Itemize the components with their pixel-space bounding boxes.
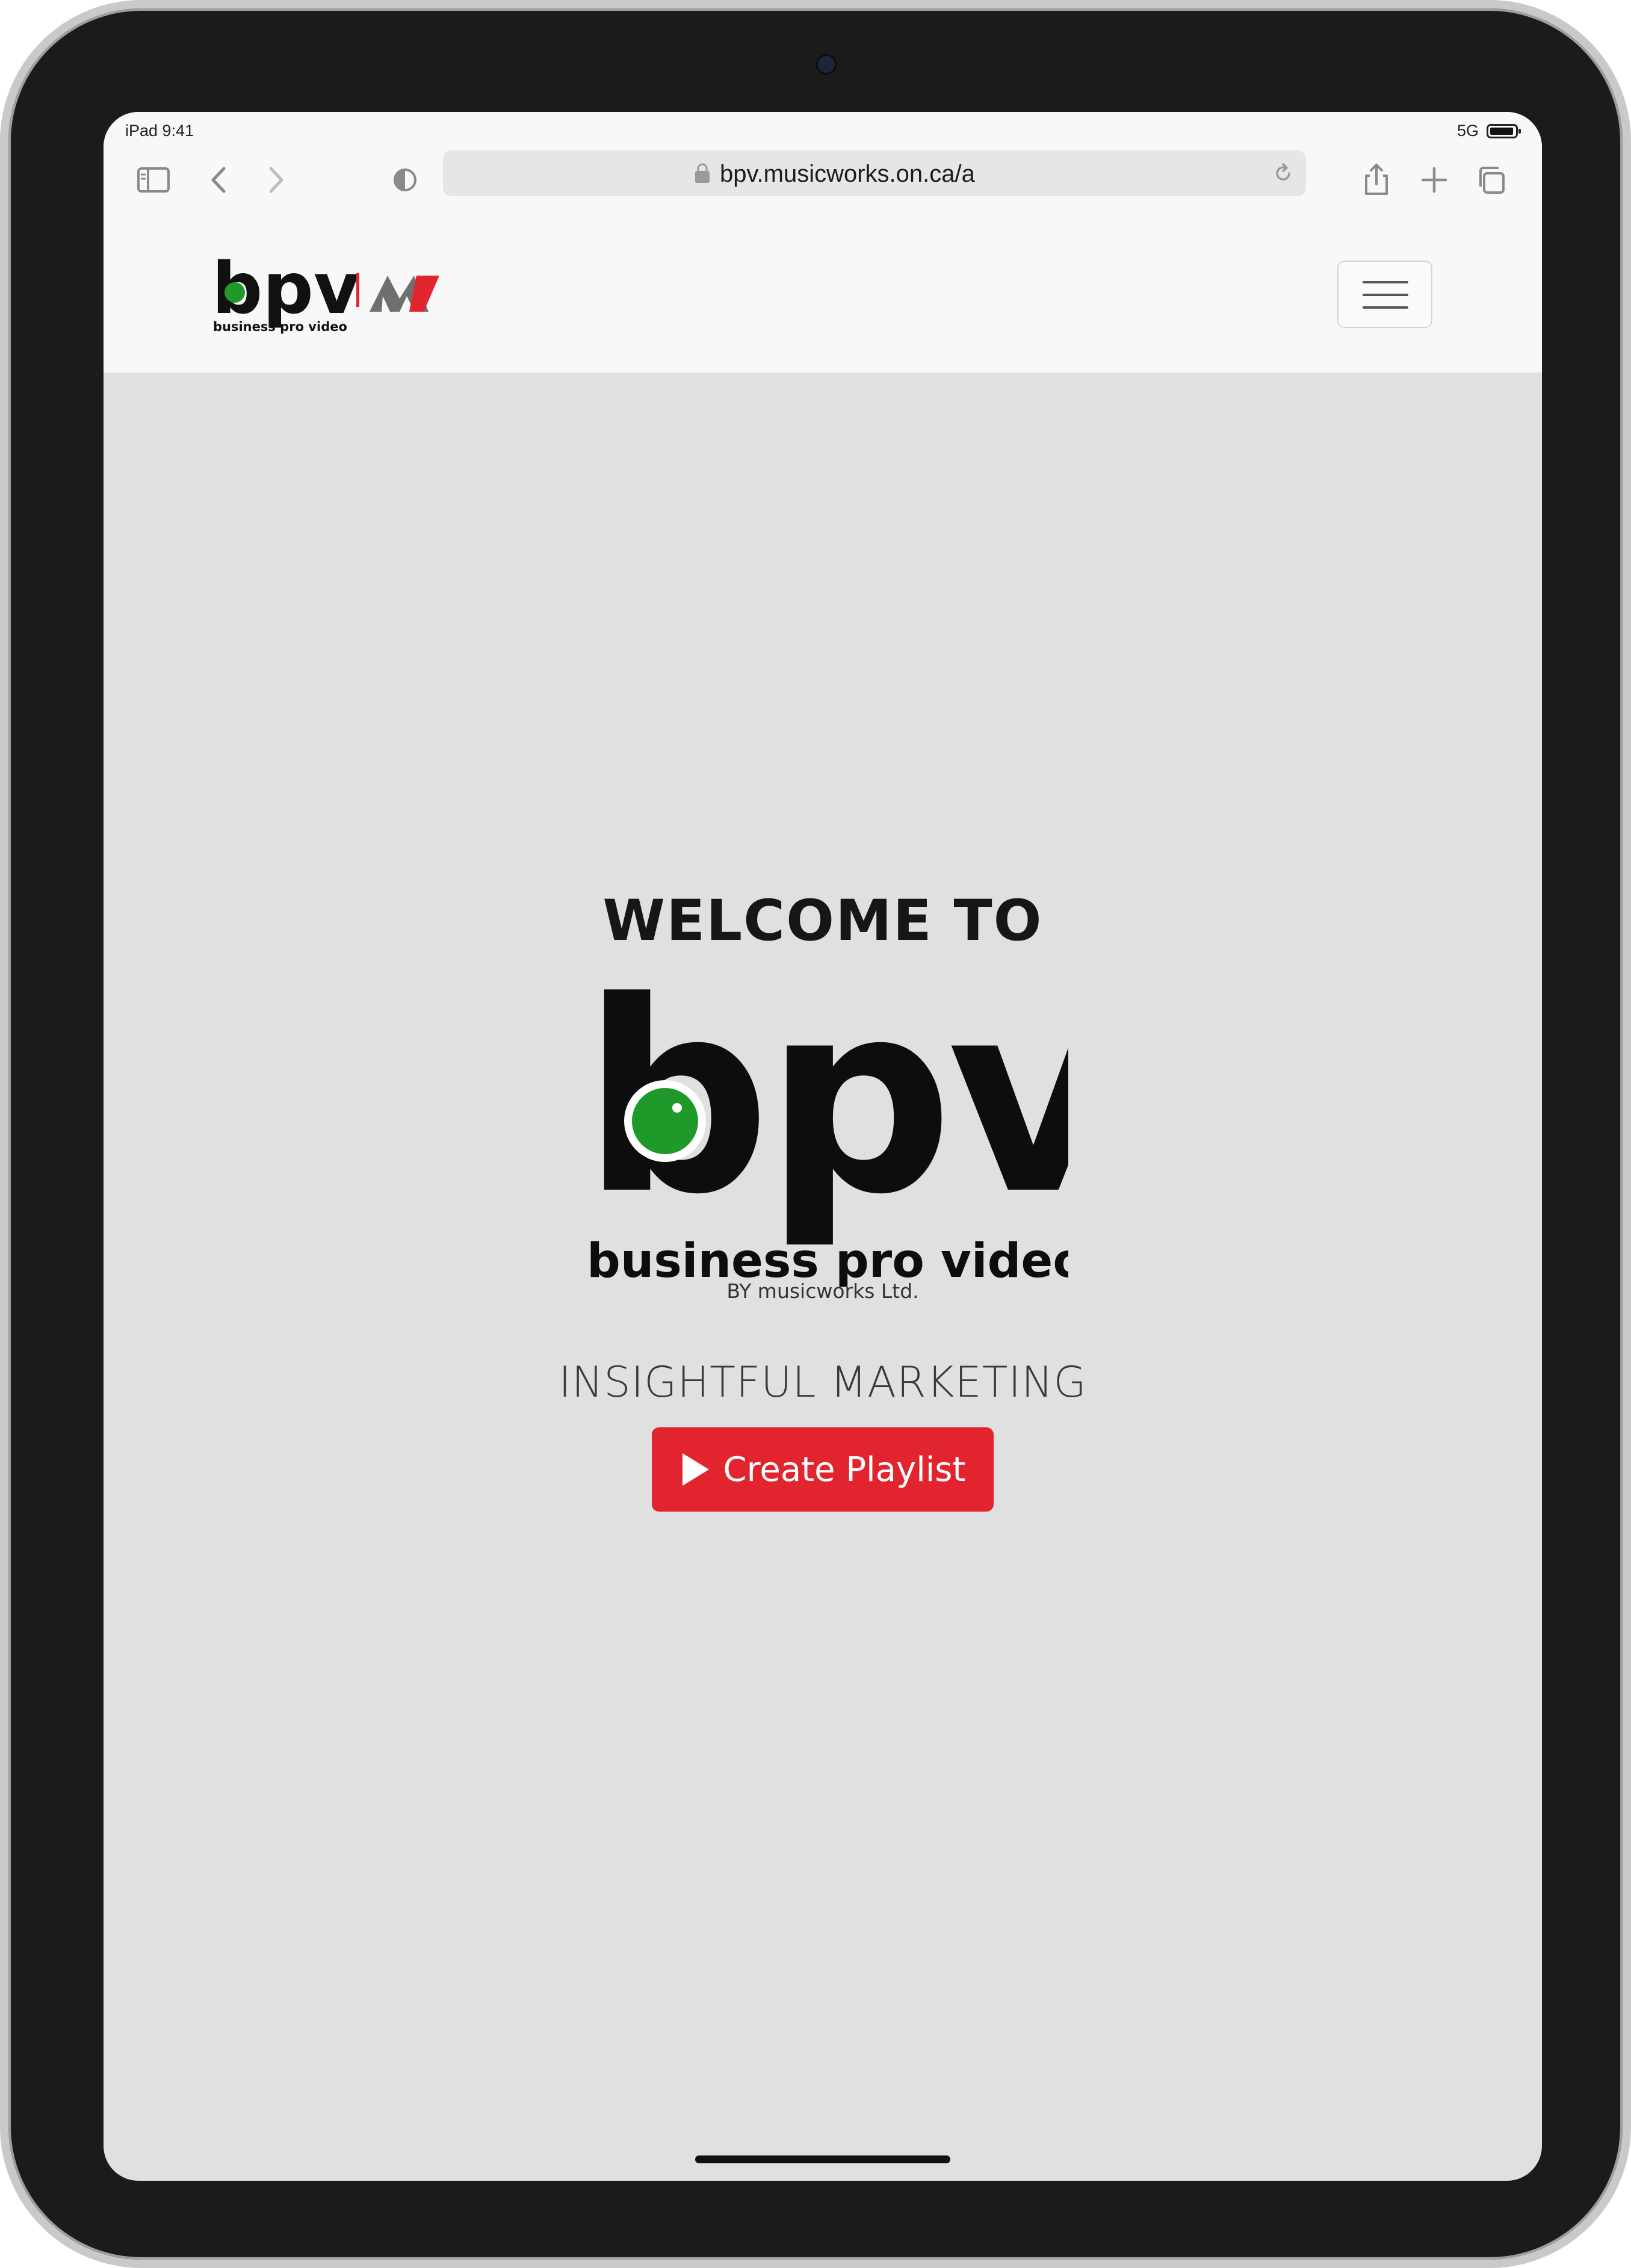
- sidebar-icon[interactable]: [132, 159, 175, 201]
- brand-tagline: business pro video: [213, 320, 347, 334]
- status-signal: 5G: [1456, 122, 1479, 140]
- menu-bar: [1363, 281, 1408, 283]
- forward-icon[interactable]: [254, 159, 296, 201]
- status-time: iPad 9:41: [125, 122, 194, 140]
- browser-toolbar: iPad 9:41 5G bpv.musicworks.on.ca/a bpv …: [104, 112, 1542, 372]
- brand-lens-icon: [224, 282, 245, 303]
- create-playlist-label: Create Playlist: [723, 1450, 966, 1489]
- create-playlist-button[interactable]: Create Playlist: [652, 1427, 994, 1512]
- address-bar[interactable]: bpv.musicworks.on.ca/a: [443, 150, 1306, 196]
- play-icon: [682, 1453, 709, 1486]
- new-tab-icon[interactable]: [1413, 159, 1455, 201]
- welcome-heading: WELCOME TO: [602, 888, 1043, 954]
- reader-icon[interactable]: [384, 159, 426, 201]
- brand-divider: [356, 273, 359, 307]
- ipad-frame: iPad 9:41 5G bpv.musicworks.on.ca/a bpv …: [0, 0, 1631, 2268]
- company-byline: BY musicworks Ltd.: [726, 1279, 919, 1303]
- tagline: INSIGHTFUL MARKETING: [559, 1358, 1087, 1407]
- lens-icon: [632, 1088, 698, 1154]
- front-camera: [816, 54, 837, 75]
- back-icon[interactable]: [199, 159, 241, 201]
- menu-toggle-button[interactable]: [1337, 261, 1432, 328]
- menu-bar: [1363, 306, 1408, 309]
- lock-icon: [695, 163, 710, 183]
- reload-icon[interactable]: [1270, 160, 1296, 187]
- tabs-icon[interactable]: [1471, 159, 1513, 201]
- screen: iPad 9:41 5G bpv.musicworks.on.ca/a bpv …: [104, 112, 1542, 2181]
- share-icon[interactable]: [1355, 159, 1397, 201]
- brand-logo[interactable]: bpv business pro video: [212, 252, 477, 336]
- hero-logo: bpv business pro video: [587, 985, 1068, 1288]
- lens-highlight: [672, 1103, 682, 1113]
- url-text: bpv.musicworks.on.ca/a: [720, 161, 975, 187]
- battery-icon: [1487, 124, 1521, 138]
- home-indicator[interactable]: [695, 2155, 950, 2163]
- menu-bar: [1363, 294, 1408, 296]
